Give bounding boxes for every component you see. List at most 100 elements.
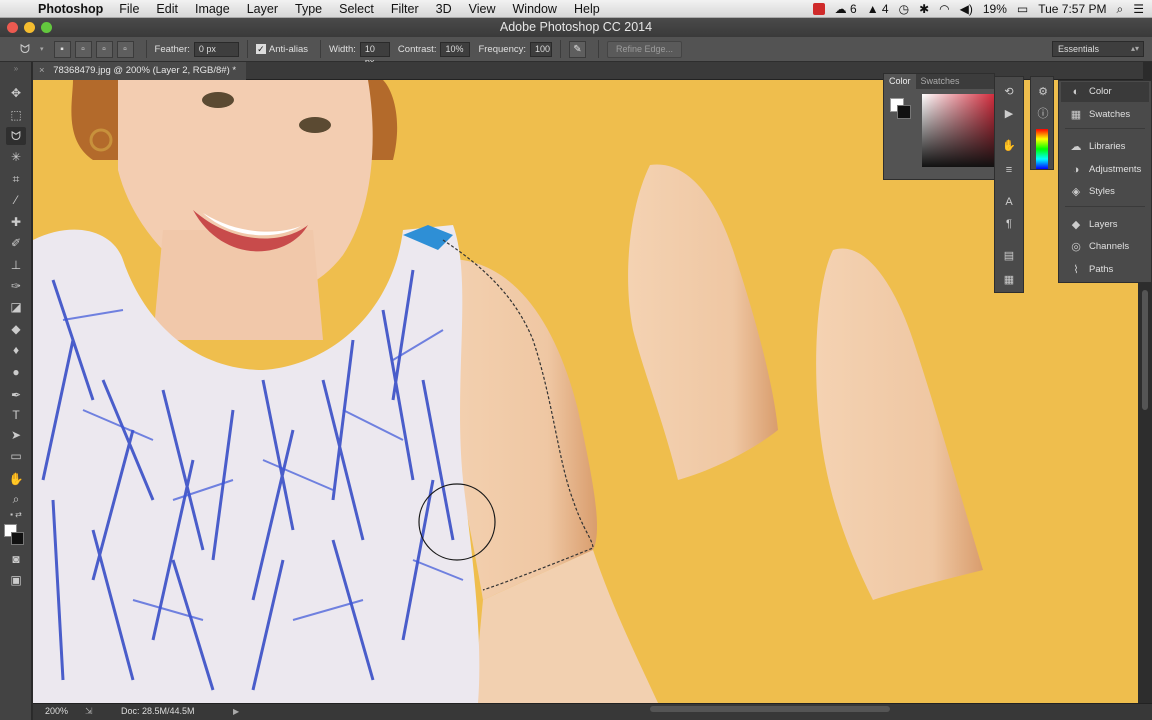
paragraph-icon[interactable]: ¶ (1001, 217, 1017, 231)
hue-slider[interactable] (1036, 129, 1048, 169)
quick-mask-icon[interactable]: ◙ (6, 550, 26, 568)
pen-pressure-icon[interactable]: ✎ (569, 40, 586, 58)
menu-view[interactable]: View (469, 2, 496, 16)
menu-window[interactable]: Window (513, 2, 557, 16)
brush-tool-icon[interactable]: ✐ (6, 234, 26, 252)
tool-presets-icon[interactable]: ≡ (1001, 163, 1017, 177)
quick-selection-tool-icon[interactable]: ✳ (6, 148, 26, 166)
move-tool-icon[interactable]: ✥ (6, 84, 26, 102)
pen-tool-icon[interactable]: ✒ (6, 386, 26, 404)
gradient-tool-icon[interactable]: ◆ (6, 320, 26, 338)
properties-icon[interactable]: ⚙ (1035, 85, 1051, 99)
feather-input[interactable]: 0 px (193, 41, 239, 57)
brush-presets-icon[interactable]: ✋ (1001, 139, 1017, 153)
tab-color[interactable]: Color (884, 74, 916, 89)
menu-app-photoshop[interactable]: Photoshop (38, 2, 103, 16)
hand-tool-icon[interactable]: ✋ (6, 470, 26, 488)
panel-item-color[interactable]: ◐ Color (1061, 82, 1149, 102)
eraser-tool-icon[interactable]: ◪ (6, 298, 26, 316)
actions-icon[interactable]: ▶ (1001, 107, 1017, 121)
tab-swatches[interactable]: Swatches (916, 74, 965, 89)
notification-center-icon[interactable]: ☰ (1133, 2, 1144, 16)
cc-count: 6 (850, 2, 857, 16)
rectangle-tool-icon[interactable]: ▭ (6, 447, 26, 465)
refine-edge-button[interactable]: Refine Edge... (607, 40, 683, 58)
screen-mode-icon[interactable]: ▣ (6, 571, 26, 589)
blur-tool-icon[interactable]: ♦ (6, 341, 26, 359)
healing-brush-tool-icon[interactable]: ✚ (6, 213, 26, 231)
volume-icon[interactable]: ◀) (960, 2, 973, 16)
new-selection-button[interactable]: ▪ (53, 40, 71, 58)
mac-menu-bar: Photoshop File Edit Image Layer Type Sel… (0, 0, 1152, 18)
panel-item-channels[interactable]: ◎ Channels (1061, 237, 1149, 257)
intersect-selection-button[interactable]: ▫ (116, 40, 134, 58)
close-document-icon[interactable]: × (39, 65, 45, 76)
zoom-level[interactable]: 200% (45, 704, 68, 719)
dodge-tool-icon[interactable]: ● (6, 363, 26, 381)
creative-cloud-icon[interactable]: ☁ 6 (835, 2, 857, 16)
type-tool-icon[interactable]: T (6, 406, 26, 424)
zoom-window-button[interactable] (41, 22, 52, 33)
panel-item-paths[interactable]: ⌇ Paths (1061, 260, 1149, 280)
panel-item-swatches[interactable]: ▦ Swatches (1061, 105, 1149, 125)
minimize-window-button[interactable] (24, 22, 35, 33)
width-input[interactable]: 10 px (359, 41, 390, 67)
document-tab[interactable]: × 78368479.jpg @ 200% (Layer 2, RGB/8#) … (33, 62, 247, 80)
menu-edit[interactable]: Edit (156, 2, 178, 16)
panel-background-swatch[interactable] (897, 105, 911, 119)
crop-tool-icon[interactable]: ⌗ (6, 170, 26, 188)
frequency-input[interactable]: 100 (530, 41, 552, 57)
clone-stamp-tool-icon[interactable]: ⊥ (6, 256, 26, 274)
history-icon[interactable]: ⟲ (1001, 85, 1017, 99)
close-window-button[interactable] (7, 22, 18, 33)
menu-help[interactable]: Help (574, 2, 600, 16)
marquee-tool-icon[interactable]: ⬚ (6, 106, 26, 124)
panel-item-adjustments[interactable]: ◑ Adjustments (1061, 160, 1149, 180)
spotlight-search-icon[interactable]: ⌕ (1117, 2, 1124, 17)
horizontal-scroll-thumb[interactable] (650, 706, 890, 712)
add-to-selection-button[interactable]: ▫ (74, 40, 92, 58)
menu-select[interactable]: Select (339, 2, 374, 16)
default-colors-icon[interactable]: ▪ ⇄ (6, 510, 26, 520)
layer-comps-icon[interactable]: ▤ (1001, 249, 1017, 263)
menu-image[interactable]: Image (195, 2, 230, 16)
battery-icon[interactable]: ▭ (1017, 2, 1028, 16)
path-selection-tool-icon[interactable]: ➤ (6, 426, 26, 444)
menu-file[interactable]: File (119, 2, 139, 16)
menu-filter[interactable]: Filter (391, 2, 419, 16)
tool-preset-chevron-icon[interactable]: ▾ (40, 45, 44, 53)
adobe-updates-icon[interactable]: ▲ 4 (867, 2, 889, 16)
lasso-tool-icon[interactable]: ᗢ (6, 127, 26, 145)
eyedropper-tool-icon[interactable]: ⁄ (6, 191, 26, 209)
info-icon[interactable]: ⓘ (1035, 107, 1051, 121)
color-spectrum-picker[interactable] (922, 94, 995, 167)
history-brush-tool-icon[interactable]: ✑ (6, 277, 26, 295)
adobe-status-icon[interactable] (812, 3, 825, 15)
background-color-swatch[interactable] (11, 532, 24, 545)
menu-type[interactable]: Type (295, 2, 322, 16)
zoom-tool-icon[interactable]: ⌕ (6, 490, 26, 508)
battery-percent[interactable]: 19% (983, 2, 1007, 16)
menu-3d[interactable]: 3D (436, 2, 452, 16)
panel-item-libraries[interactable]: ☁ Libraries (1061, 137, 1149, 157)
bluetooth-icon[interactable]: ✱ (919, 2, 929, 16)
character-icon[interactable]: A (1001, 195, 1017, 209)
panel-item-layers[interactable]: ◆ Layers (1061, 215, 1149, 235)
panel-item-styles[interactable]: ◈ Styles (1061, 182, 1149, 202)
apple-icon[interactable] (14, 2, 28, 16)
vertical-scroll-thumb[interactable] (1142, 290, 1148, 410)
antialias-checkbox[interactable]: ✓ (255, 44, 266, 54)
collapse-tools-icon[interactable]: » (6, 65, 26, 73)
menu-layer[interactable]: Layer (247, 2, 278, 16)
export-icon[interactable]: ⇲ (85, 704, 93, 719)
clock[interactable]: Tue 7:57 PM (1038, 2, 1106, 16)
wifi-icon[interactable]: ◠ (939, 2, 949, 16)
subtract-from-selection-button[interactable]: ▫ (95, 40, 113, 58)
contrast-input[interactable]: 10% (440, 41, 471, 57)
notes-icon[interactable]: ▦ (1001, 273, 1017, 287)
paths-icon: ⌇ (1073, 264, 1079, 276)
status-menu-arrow-icon[interactable]: ▶ (233, 704, 239, 719)
workspace-switcher[interactable]: Essentials ▴▾ (1052, 41, 1144, 57)
magnetic-lasso-icon[interactable]: ᗢ (20, 42, 38, 57)
time-machine-icon[interactable]: ◷ (899, 2, 909, 16)
